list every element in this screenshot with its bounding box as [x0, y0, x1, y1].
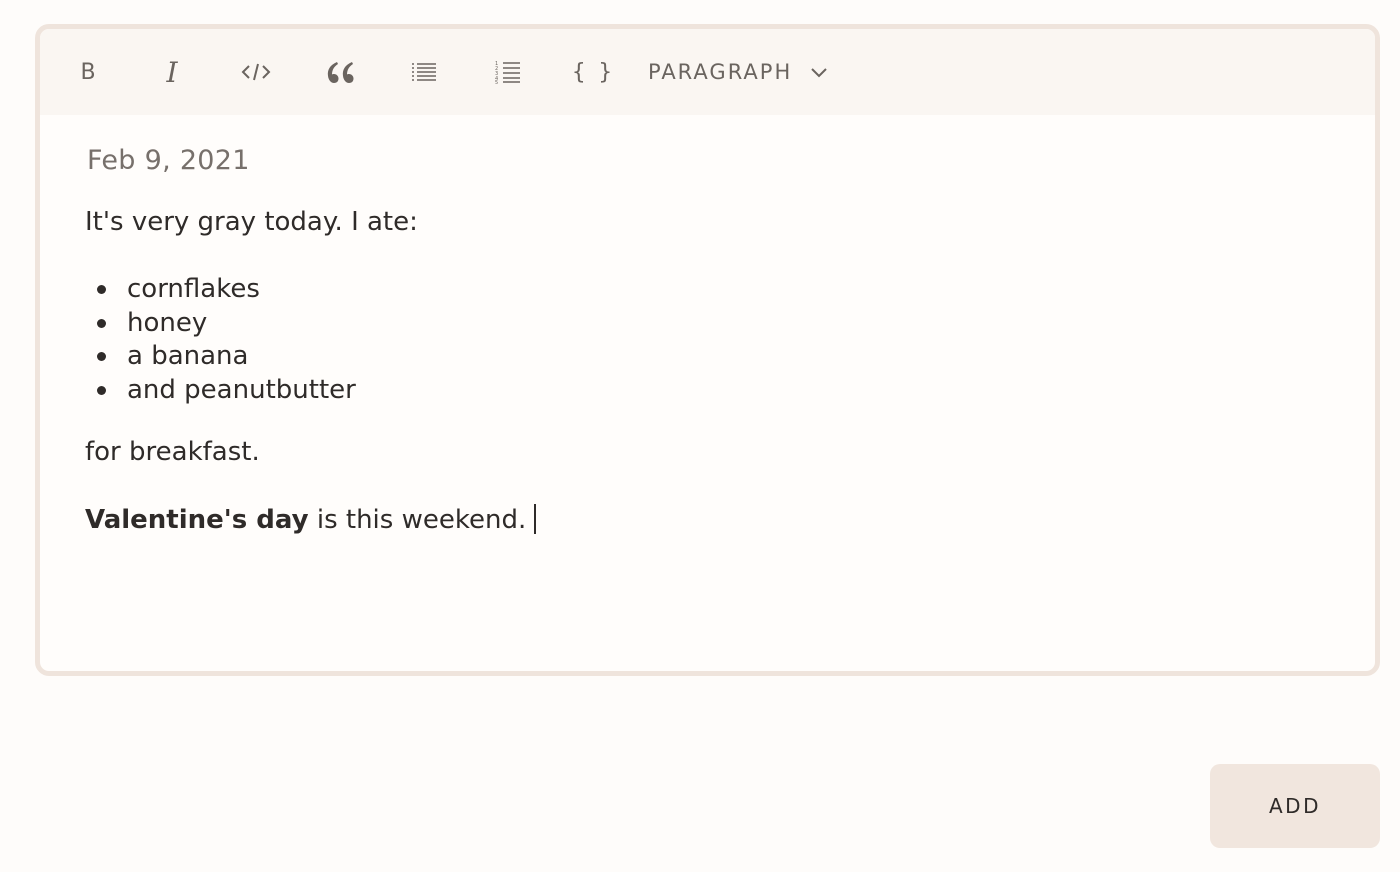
- editor-toolbar: B I 1 2 3 4 5 {} PARAGRAPH: [40, 29, 1375, 115]
- blockquote-button[interactable]: [320, 55, 360, 89]
- paragraph-text: is this weekend.: [308, 505, 527, 535]
- bullet-dot: [97, 318, 106, 328]
- paragraph: It's very gray today. I ate:: [85, 207, 418, 237]
- list-item: cornflakes: [85, 273, 356, 307]
- list-item-text: cornflakes: [127, 274, 260, 304]
- add-button[interactable]: ADD: [1210, 764, 1380, 848]
- list-item-text: and peanutbutter: [127, 374, 356, 405]
- italic-icon: I: [166, 55, 178, 89]
- chevron-down-icon: [811, 68, 827, 78]
- bold-text: Valentine's day: [85, 505, 309, 535]
- bullet-dot: [97, 352, 106, 361]
- code-block-icon: { }: [572, 59, 612, 85]
- paragraph: Valentine's day is this weekend.: [85, 504, 537, 535]
- list-item-text: a banana: [127, 341, 249, 371]
- bullet-list-button[interactable]: [404, 55, 444, 89]
- italic-button[interactable]: I: [152, 55, 192, 89]
- svg-text:5: 5: [495, 80, 498, 84]
- bold-button[interactable]: B: [68, 55, 108, 89]
- bullet-dot: [97, 285, 106, 294]
- inline-code-button[interactable]: [236, 55, 276, 89]
- code-icon: [241, 63, 271, 81]
- block-type-label: PARAGRAPH: [648, 60, 793, 84]
- entry-date: Feb 9, 2021: [87, 145, 250, 176]
- numbered-list-icon: 1 2 3 4 5: [495, 61, 520, 84]
- bullet-list: cornflakes honey a banana and peanutbutt…: [85, 273, 356, 407]
- rich-text-editor: B I 1 2 3 4 5 {} PARAGRAPH Feb 9, 2021 …: [35, 24, 1380, 676]
- numbered-list-button[interactable]: 1 2 3 4 5: [488, 55, 528, 89]
- code-block-button[interactable]: { }: [572, 55, 612, 89]
- list-item-text: honey: [127, 307, 208, 338]
- list-item: honey: [85, 307, 356, 341]
- paragraph: for breakfast.: [85, 437, 260, 467]
- bullet-list-icon: [412, 63, 436, 81]
- block-type-dropdown[interactable]: PARAGRAPH: [648, 55, 828, 89]
- blockquote-icon: [327, 62, 354, 83]
- list-item: and peanutbutter: [85, 374, 356, 408]
- list-item: a banana: [85, 340, 356, 374]
- text-caret: [534, 504, 537, 534]
- bold-icon: B: [80, 59, 96, 85]
- editor-content[interactable]: Feb 9, 2021 It's very gray today. I ate:…: [85, 115, 1335, 671]
- bullet-dot: [97, 385, 106, 395]
